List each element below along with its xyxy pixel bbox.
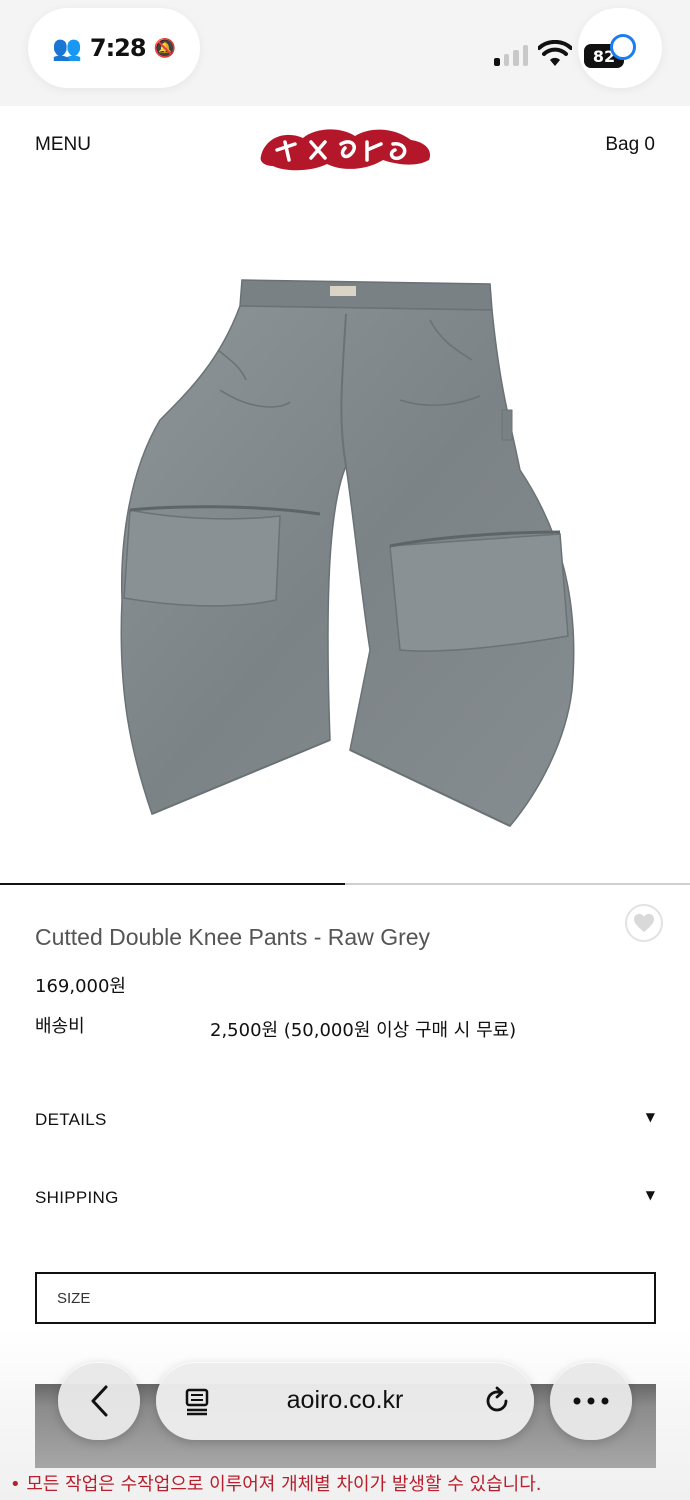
shipping-fee-value: 2,500원 (50,000원 이상 구매 시 무료) xyxy=(210,1020,517,1041)
shipping-label: SHIPPING xyxy=(35,1188,119,1207)
details-accordion[interactable]: DETAILS ▼ xyxy=(35,1106,655,1136)
details-label: DETAILS xyxy=(35,1110,107,1129)
bell-muted-icon: 🔕 xyxy=(153,37,176,59)
product-photo[interactable] xyxy=(100,270,590,830)
chevron-left-icon xyxy=(91,1385,108,1417)
bag-button[interactable]: Bag 0 xyxy=(605,134,655,156)
dynamic-island-left: 👥 7:28 🔕 xyxy=(28,8,200,88)
people-icon: 👥 xyxy=(51,34,82,62)
product-title: Cutted Double Knee Pants - Raw Grey xyxy=(35,924,431,950)
wifi-icon xyxy=(538,40,572,66)
shipping-accordion[interactable]: SHIPPING ▼ xyxy=(35,1184,655,1214)
clock-time: 7:28 xyxy=(89,34,147,62)
carousel-progress xyxy=(0,883,690,885)
status-bar: 👥 7:28 🔕 82 xyxy=(0,0,690,106)
carousel-progress-fill xyxy=(0,883,345,885)
brand-logo[interactable] xyxy=(255,120,435,176)
person-icon xyxy=(610,34,636,60)
product-price: 169,000원 xyxy=(35,976,126,997)
cellular-signal-icon xyxy=(494,44,528,66)
site-header: MENU Bag 0 xyxy=(0,106,690,190)
wishlist-button[interactable] xyxy=(625,904,663,942)
more-dots-icon xyxy=(573,1397,609,1405)
size-select[interactable]: SIZE xyxy=(35,1272,656,1324)
triangle-down-icon: ▼ xyxy=(645,1188,655,1202)
triangle-down-icon: ▼ xyxy=(645,1110,655,1124)
browser-back-button[interactable] xyxy=(58,1362,140,1440)
handmade-notice: • 모든 작업은 수작업으로 이루어져 개체별 차이가 발생할 수 있습니다. xyxy=(10,1474,542,1495)
heart-icon xyxy=(634,913,654,933)
reload-icon[interactable] xyxy=(482,1386,512,1416)
shipping-fee-label: 배송비 xyxy=(35,1016,85,1037)
size-select-label: SIZE xyxy=(57,1290,91,1307)
browser-url[interactable]: aoiro.co.kr xyxy=(156,1386,534,1415)
browser-more-button[interactable] xyxy=(550,1362,632,1440)
browser-address-bar[interactable]: aoiro.co.kr xyxy=(156,1362,534,1440)
menu-button[interactable]: MENU xyxy=(35,134,91,156)
